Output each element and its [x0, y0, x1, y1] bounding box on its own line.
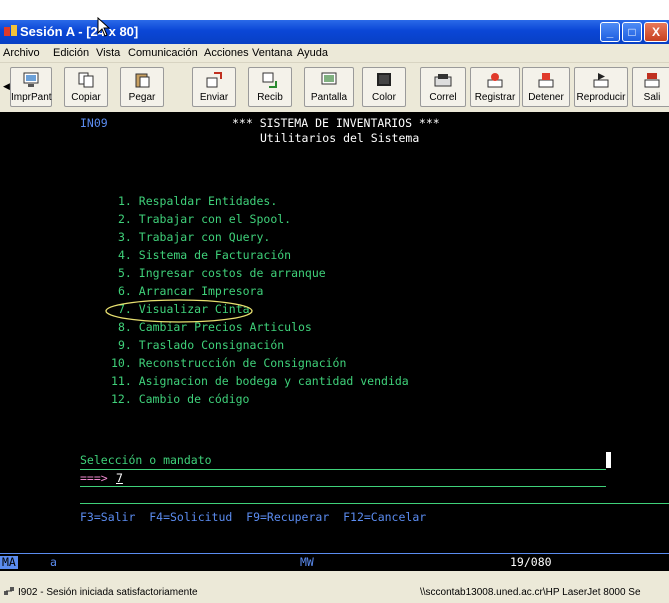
toolbar-label: Pantalla: [310, 92, 348, 103]
toolbar-label: Registrar: [474, 92, 516, 103]
toolbar-button-salir[interactable]: Sali: [632, 67, 669, 107]
toolbar-button-color[interactable]: Color: [362, 67, 406, 107]
program-id: IN09: [80, 116, 108, 130]
toolbar: ◀ ImprPant Copiar Pegar Enviar Recib Pan…: [0, 62, 669, 113]
toolbar-button-recib[interactable]: Recib: [248, 67, 292, 107]
toolbar-label: Detener: [528, 92, 564, 103]
status-bar: I902 - Sesión iniciada satisfactoriament…: [0, 571, 669, 603]
toolbar-button-reproducir[interactable]: Reproducir: [574, 67, 628, 107]
menu-ayuda[interactable]: Ayuda: [297, 47, 328, 59]
play-icon: [593, 73, 609, 88]
terminal-screen[interactable]: IN09 *** SISTEMA DE INVENTARIOS *** Util…: [0, 112, 669, 571]
menu-option-9[interactable]: 9. Traslado Consignación: [118, 339, 284, 352]
toolbar-button-copiar[interactable]: Copiar: [64, 67, 108, 107]
command-prompt: ===>: [80, 471, 108, 485]
cursor-block: [606, 452, 611, 468]
input-underline: [80, 486, 606, 487]
toolbar-button-correl[interactable]: Correl: [420, 67, 466, 107]
toolbar-label: ImprPant: [11, 92, 52, 103]
toolbar-label: Pegar: [128, 92, 156, 103]
status-message: I902 - Sesión iniciada satisfactoriament…: [18, 587, 198, 598]
stop-icon: [538, 73, 554, 88]
toolbar-label: Sali: [643, 92, 661, 103]
color-icon: [377, 73, 391, 86]
mouse-cursor-icon: [97, 17, 111, 37]
screen-title: *** SISTEMA DE INVENTARIOS ***: [232, 116, 440, 130]
send-icon: [206, 72, 222, 88]
oia-mode: a: [50, 555, 57, 569]
toolbar-scroll-left-icon[interactable]: ◀: [3, 81, 10, 92]
menu-comunicacion[interactable]: Comunicación: [128, 47, 198, 59]
menu-option-6[interactable]: 6. Arrancar Impresora: [118, 285, 263, 298]
menu-bar: Archivo Edición Vista Comunicación Accio…: [0, 44, 669, 62]
menu-edicion[interactable]: Edición: [53, 47, 89, 59]
minimize-button[interactable]: _: [600, 22, 620, 42]
window-title: Sesión A - [24 x 80]: [20, 24, 139, 39]
menu-option-11[interactable]: 11. Asignacion de bodega y cantidad vend…: [111, 375, 409, 388]
function-keys[interactable]: F3=Salir F4=Solicitud F9=Recuperar F12=C…: [80, 511, 426, 524]
toolbar-button-imprpant[interactable]: ImprPant: [10, 67, 52, 107]
receive-icon: [262, 72, 277, 88]
app-icon: [4, 25, 17, 36]
toolbar-label: Correl: [429, 92, 457, 103]
separator-line: [80, 503, 669, 504]
menu-acciones[interactable]: Acciones: [204, 47, 249, 59]
toolbar-button-registrar[interactable]: Registrar: [470, 67, 520, 107]
print-screen-icon: [23, 72, 39, 87]
highlight-ellipse: [105, 299, 253, 323]
oia-mw: MW: [300, 555, 314, 569]
menu-option-12[interactable]: 12. Cambio de código: [111, 393, 249, 406]
toolbar-button-detener[interactable]: Detener: [522, 67, 570, 107]
record-icon: [487, 73, 503, 88]
toolbar-label: Recib: [257, 92, 283, 103]
exit-icon: [644, 73, 660, 88]
cursor-position: 19/080: [510, 555, 552, 569]
menu-option-3[interactable]: 3. Trabajar con Query.: [118, 231, 270, 244]
close-button[interactable]: X: [644, 22, 668, 42]
screen-subtitle: Utilitarios del Sistema: [260, 131, 420, 145]
menu-ventana[interactable]: Ventana: [252, 47, 292, 59]
toolbar-label: Enviar: [199, 92, 229, 103]
menu-vista[interactable]: Vista: [96, 47, 120, 59]
menu-archivo[interactable]: Archivo: [3, 47, 40, 59]
toolbar-button-pegar[interactable]: Pegar: [120, 67, 164, 107]
network-icon: [4, 587, 14, 595]
menu-option-5[interactable]: 5. Ingresar costos de arranque: [118, 267, 326, 280]
toolbar-label: Color: [372, 92, 396, 103]
menu-option-4[interactable]: 4. Sistema de Facturación: [118, 249, 291, 262]
separator-line: [80, 469, 606, 470]
copy-icon: [78, 72, 94, 88]
oia-ma: MA: [0, 555, 18, 569]
maximize-button[interactable]: □: [622, 22, 642, 42]
display-icon: [321, 72, 337, 85]
command-input[interactable]: 7: [116, 472, 123, 485]
printer-info: \\sccontab13008.uned.ac.cr\HP LaserJet 8…: [420, 587, 641, 598]
keyboard-map-icon: [434, 74, 452, 87]
toolbar-button-enviar[interactable]: Enviar: [192, 67, 236, 107]
toolbar-label: Copiar: [71, 92, 101, 103]
menu-option-10[interactable]: 10. Reconstrucción de Consignación: [111, 357, 346, 370]
oia-separator: [0, 553, 669, 554]
selection-label: Selección o mandato: [80, 453, 212, 467]
menu-option-1[interactable]: 1. Respaldar Entidades.: [118, 195, 277, 208]
menu-option-2[interactable]: 2. Trabajar con el Spool.: [118, 213, 291, 226]
paste-icon: [135, 73, 150, 88]
toolbar-label: Reproducir: [576, 92, 626, 103]
toolbar-button-pantalla[interactable]: Pantalla: [304, 67, 354, 107]
